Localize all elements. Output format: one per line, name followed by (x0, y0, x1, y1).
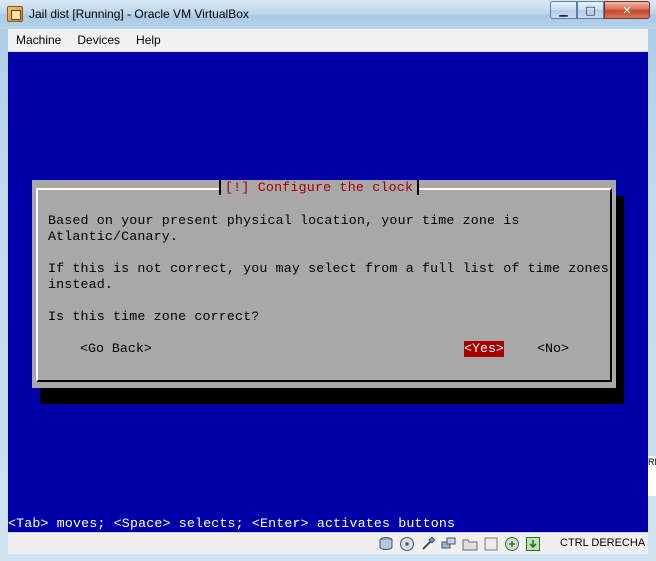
display-icon[interactable] (483, 536, 499, 552)
hard-disk-icon[interactable] (378, 536, 394, 552)
maximize-icon: □ (585, 3, 596, 17)
dialog-text-line: instead. (48, 277, 114, 292)
shared-folders-icon[interactable] (462, 536, 478, 552)
status-icons (378, 536, 546, 552)
virtualbox-window: Jail dist [Running] - Oracle VM VirtualB… (0, 0, 656, 561)
close-icon: ✕ (622, 3, 632, 17)
edge-text: RL (648, 456, 656, 496)
title-bar[interactable]: Jail dist [Running] - Oracle VM VirtualB… (0, 0, 656, 29)
caption-buttons: ▁ □ ✕ (550, 1, 650, 19)
close-button[interactable]: ✕ (604, 1, 650, 19)
status-bar: CTRL DERECHA (8, 532, 648, 554)
dialog-text-line: Atlantic/Canary. (48, 229, 179, 244)
minimize-button[interactable]: ▁ (550, 1, 577, 19)
usb-icon[interactable] (420, 536, 436, 552)
host-key-icon[interactable] (525, 536, 541, 552)
minimize-icon: ▁ (559, 3, 568, 17)
go-back-button[interactable]: <Go Back> (80, 341, 152, 357)
network-icon[interactable] (441, 536, 457, 552)
dialog-title: [!] Configure the clock (219, 180, 420, 196)
host-key-label: CTRL DERECHA (560, 537, 646, 549)
dialog-text-line: If this is not correct, you may select f… (48, 261, 609, 276)
yes-button[interactable]: <Yes> (464, 341, 504, 357)
menu-devices[interactable]: Devices (69, 33, 128, 47)
maximize-button[interactable]: □ (577, 1, 604, 19)
no-button[interactable]: <No> (537, 341, 569, 357)
menu-bar: Machine Devices Help (8, 29, 648, 52)
configure-clock-dialog: [!] Configure the clock Based on your pr… (32, 180, 616, 388)
window-title: Jail dist [Running] - Oracle VM VirtualB… (29, 7, 249, 21)
menu-machine[interactable]: Machine (8, 33, 69, 47)
optical-drive-icon[interactable] (399, 536, 415, 552)
virtualbox-app-icon (7, 6, 23, 22)
dialog-question: Is this time zone correct? (48, 309, 260, 324)
vm-display[interactable]: [!] Configure the clock Based on your pr… (8, 52, 648, 532)
key-hint: <Tab> moves; <Space> selects; <Enter> ac… (8, 516, 456, 531)
menu-help[interactable]: Help (128, 33, 169, 47)
mouse-integration-icon[interactable] (504, 536, 520, 552)
dialog-text-line: Based on your present physical location,… (48, 213, 520, 228)
